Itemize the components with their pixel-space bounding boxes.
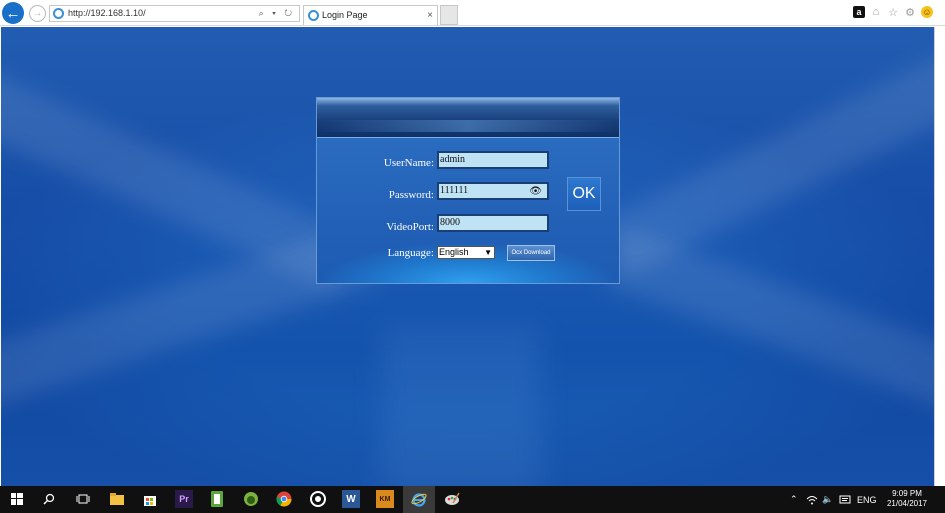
tab-ie-icon xyxy=(308,10,319,21)
gear-icon[interactable]: ⚙ xyxy=(904,6,916,19)
taskbar-clock[interactable]: 9:09 PM 21/04/2017 xyxy=(887,489,927,509)
back-button[interactable]: ← xyxy=(2,2,24,24)
word-icon[interactable]: W xyxy=(342,490,360,508)
ie-icon[interactable] xyxy=(410,490,428,508)
input-language[interactable]: ENG xyxy=(857,486,877,513)
paint-icon[interactable] xyxy=(443,490,461,508)
premiere-icon[interactable]: Pr xyxy=(175,490,193,508)
app-icon[interactable]: KM xyxy=(376,490,394,508)
address-url: http://192.168.1.10/ xyxy=(68,8,146,18)
address-bar[interactable]: http://192.168.1.10/ ⌕ ▾ ↻ xyxy=(49,5,300,22)
back-arrow-icon: ← xyxy=(5,4,21,22)
notes-icon[interactable] xyxy=(208,490,226,508)
videoport-input[interactable]: 8000 xyxy=(437,214,549,232)
forward-button[interactable]: → xyxy=(29,5,46,22)
username-input[interactable]: admin xyxy=(437,151,549,169)
media-icon[interactable] xyxy=(309,490,327,508)
search-icon[interactable] xyxy=(40,490,58,508)
smiley-icon[interactable]: ☺ xyxy=(921,6,933,18)
tab-login-page[interactable]: Login Page × xyxy=(303,5,438,25)
chevron-down-icon: ▼ xyxy=(484,248,492,257)
tab-close-icon[interactable]: × xyxy=(427,6,433,25)
ocx-download-button[interactable]: Ocx Download xyxy=(507,245,555,261)
star-icon[interactable]: ☆ xyxy=(887,6,899,19)
bg-light-ray xyxy=(603,226,934,428)
forward-arrow-icon: → xyxy=(32,8,43,19)
password-label: Password: xyxy=(388,189,434,201)
eye-icon[interactable]: 👁 xyxy=(529,185,542,199)
browser-toolbar: ← → http://192.168.1.10/ ⌕ ▾ ↻ Login Pag… xyxy=(0,0,945,26)
ok-button[interactable]: OK xyxy=(567,177,601,211)
task-view-icon[interactable] xyxy=(74,490,92,508)
taskbar: Pr W KM ⌃ 🔈 ENG 9:09 PM 21/04/2017 xyxy=(0,486,945,513)
start-icon[interactable] xyxy=(8,490,26,508)
file-explorer-icon[interactable] xyxy=(108,490,126,508)
android-icon[interactable] xyxy=(242,490,260,508)
volume-icon[interactable]: 🔈 xyxy=(822,486,833,513)
site-icon xyxy=(53,8,64,19)
bg-glow xyxy=(381,327,541,486)
password-input[interactable]: 111111 👁 xyxy=(437,182,549,200)
username-label: UserName: xyxy=(383,157,434,169)
language-label: Language: xyxy=(387,247,434,259)
scrollbar-track[interactable] xyxy=(934,27,945,486)
store-icon[interactable] xyxy=(141,490,159,508)
videoport-value: 8000 xyxy=(440,217,460,228)
wifi-icon[interactable] xyxy=(806,486,818,513)
videoport-label: VideoPort: xyxy=(386,221,434,233)
clock-date: 21/04/2017 xyxy=(886,499,927,508)
home-icon[interactable]: ⌂ xyxy=(870,6,882,18)
address-tools[interactable]: ⌕ ▾ ↻ xyxy=(259,6,295,21)
new-tab-button[interactable] xyxy=(440,5,458,25)
language-select[interactable]: English ▼ xyxy=(437,246,495,259)
password-value: 111111 xyxy=(440,185,469,196)
amazon-icon[interactable]: a xyxy=(853,6,865,18)
language-value: English xyxy=(439,247,469,257)
tab-title: Login Page xyxy=(322,10,368,20)
username-value: admin xyxy=(440,154,465,165)
tray-chevron-icon[interactable]: ⌃ xyxy=(790,486,798,513)
notifications-icon[interactable] xyxy=(839,486,851,513)
login-panel-header xyxy=(317,98,619,138)
chrome-icon[interactable] xyxy=(275,490,293,508)
browser-toolbar-icons: a ⌂ ☆ ⚙ ☺ xyxy=(853,6,933,19)
clock-time: 9:09 PM xyxy=(892,489,922,498)
